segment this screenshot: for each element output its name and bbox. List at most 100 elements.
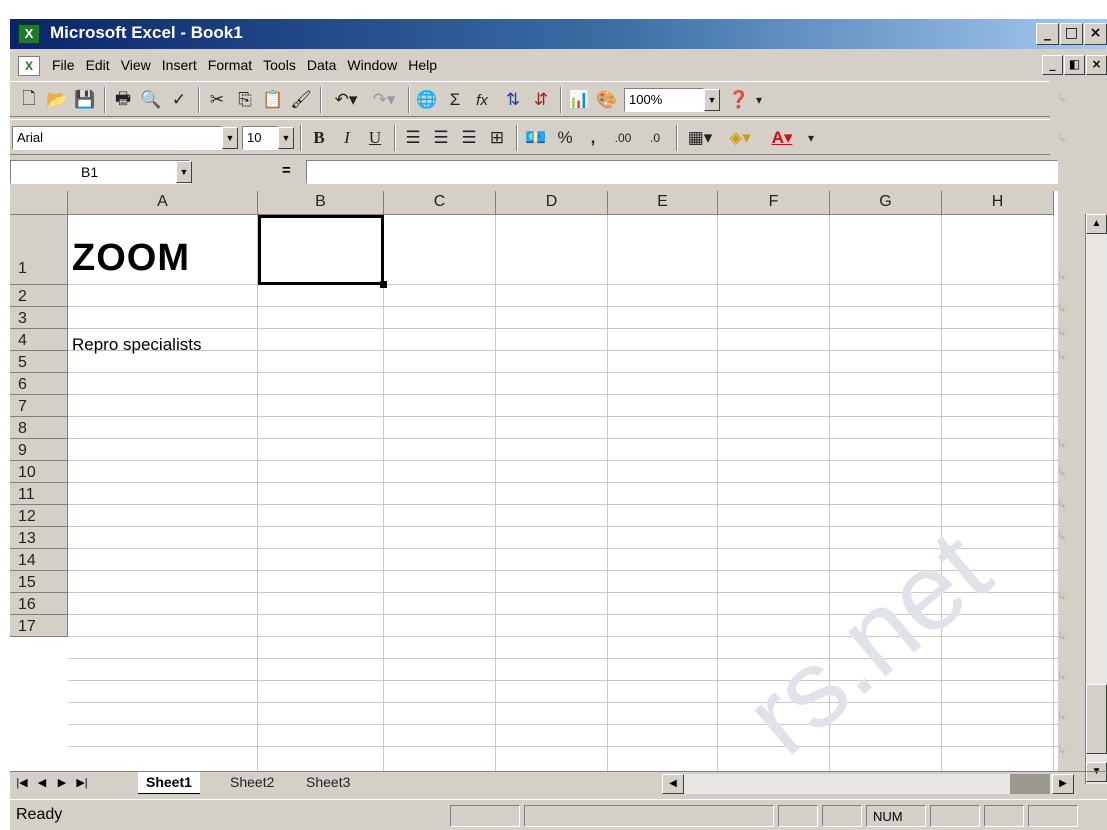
maximize-button[interactable]: □: [1060, 23, 1083, 45]
name-box[interactable]: B1: [10, 160, 190, 184]
align-center-icon[interactable]: ☰: [428, 124, 454, 152]
close-button[interactable]: ×: [1084, 23, 1107, 45]
row-header-13[interactable]: 13: [10, 527, 68, 549]
next-sheet-icon[interactable]: ▶: [54, 774, 70, 793]
scroll-left-icon[interactable]: ◀: [662, 774, 684, 794]
menu-data[interactable]: Data: [307, 57, 337, 73]
menu-insert[interactable]: Insert: [162, 57, 197, 73]
horizontal-scroll-thumb[interactable]: [1010, 774, 1050, 794]
name-box-dropdown-icon[interactable]: ▼: [176, 161, 192, 183]
doc-restore-button[interactable]: ◧: [1064, 55, 1085, 75]
column-header-h[interactable]: H: [942, 191, 1054, 215]
comma-button[interactable]: ,: [580, 124, 606, 152]
row-header-5[interactable]: 5: [10, 351, 68, 373]
row-header-6[interactable]: 6: [10, 373, 68, 395]
row-header-17[interactable]: 17: [10, 615, 68, 637]
row-header-14[interactable]: 14: [10, 549, 68, 571]
borders-icon[interactable]: ▦▾: [682, 124, 718, 152]
row-header-16[interactable]: 16: [10, 593, 68, 615]
scroll-up-icon[interactable]: ▲: [1086, 214, 1107, 234]
undo-icon[interactable]: ↶▾: [328, 86, 364, 114]
column-header-a[interactable]: A: [68, 191, 258, 215]
column-header-f[interactable]: F: [718, 191, 830, 215]
paste-icon[interactable]: 📋: [260, 86, 286, 114]
help-icon[interactable]: ❓: [726, 86, 752, 114]
row-header-9[interactable]: 9: [10, 439, 68, 461]
row-header-15[interactable]: 15: [10, 571, 68, 593]
decrease-decimal-button[interactable]: .0: [640, 124, 670, 152]
autosum-icon[interactable]: Σ: [442, 86, 468, 114]
cut-icon[interactable]: ✂: [204, 86, 230, 114]
column-header-c[interactable]: C: [384, 191, 496, 215]
font-size-dropdown-icon[interactable]: ▼: [278, 127, 294, 149]
last-sheet-icon[interactable]: ▶|: [74, 774, 90, 793]
menu-help[interactable]: Help: [408, 57, 437, 73]
menu-edit[interactable]: Edit: [86, 57, 110, 73]
sort-ascending-icon[interactable]: ⇅: [500, 86, 526, 114]
bold-button[interactable]: B: [306, 124, 332, 152]
cell-a2[interactable]: Repro specialists: [72, 335, 201, 355]
first-sheet-icon[interactable]: |◀: [14, 774, 30, 793]
active-cell-b1[interactable]: [258, 215, 384, 285]
formatting-overflow-icon[interactable]: ↳: [1057, 131, 1067, 145]
formula-input[interactable]: [306, 160, 1058, 184]
excel-app-icon[interactable]: X: [18, 24, 40, 44]
row-header-2[interactable]: 2: [10, 285, 68, 307]
sort-descending-icon[interactable]: ⇵: [528, 86, 554, 114]
doc-close-button[interactable]: ×: [1086, 55, 1107, 75]
font-name-combo[interactable]: Arial: [12, 126, 222, 150]
italic-button[interactable]: I: [334, 124, 360, 152]
row-header-11[interactable]: 11: [10, 483, 68, 505]
font-color-icon[interactable]: A▾: [762, 124, 802, 152]
drawing-icon[interactable]: 🎨: [594, 86, 620, 114]
edit-formula-button[interactable]: =: [282, 162, 291, 179]
menu-format[interactable]: Format: [208, 57, 252, 73]
save-icon[interactable]: 💾: [72, 86, 98, 114]
row-header-10[interactable]: 10: [10, 461, 68, 483]
prev-sheet-icon[interactable]: ◀: [34, 774, 50, 793]
increase-decimal-button[interactable]: .00: [608, 124, 638, 152]
column-header-d[interactable]: D: [496, 191, 608, 215]
row-header-8[interactable]: 8: [10, 417, 68, 439]
formatting-options-icon[interactable]: ▾: [804, 124, 818, 152]
cell-a1[interactable]: ZOOM: [72, 237, 190, 280]
fill-color-icon[interactable]: ◈▾: [720, 124, 760, 152]
font-size-combo[interactable]: 10: [242, 126, 278, 150]
align-right-icon[interactable]: ☰: [456, 124, 482, 152]
column-header-b[interactable]: B: [258, 191, 384, 215]
toolbar-options-icon[interactable]: ▾: [752, 86, 766, 114]
horizontal-scrollbar[interactable]: ◀ ▶: [662, 774, 1074, 794]
fill-handle[interactable]: [380, 281, 387, 288]
copy-icon[interactable]: ⎘: [232, 86, 258, 114]
underline-button[interactable]: U: [362, 124, 388, 152]
align-left-icon[interactable]: ☰: [400, 124, 426, 152]
font-name-dropdown-icon[interactable]: ▼: [222, 127, 238, 149]
menu-tools[interactable]: Tools: [263, 57, 296, 73]
doc-minimize-button[interactable]: _: [1042, 55, 1063, 75]
format-painter-icon[interactable]: 🖌: [288, 86, 314, 114]
hyperlink-icon[interactable]: 🌐: [414, 86, 440, 114]
paste-function-icon[interactable]: fx: [468, 86, 496, 114]
new-icon[interactable]: 🗋: [16, 86, 42, 114]
currency-icon[interactable]: 💶: [522, 124, 550, 152]
title-bar[interactable]: X Microsoft Excel - Book1 _ □ ×: [10, 19, 1107, 49]
worksheet-grid[interactable]: A B C D E F G H 1 2 3 4 5 6 7 8 9 10 11 …: [10, 191, 1058, 771]
sheet-tab-sheet2[interactable]: Sheet2: [222, 772, 282, 794]
sheet-tab-sheet3[interactable]: Sheet3: [298, 772, 358, 794]
select-all-corner[interactable]: [10, 191, 68, 215]
sheet-tab-sheet1[interactable]: Sheet1: [138, 772, 200, 794]
print-icon[interactable]: 🖶: [110, 86, 136, 114]
document-icon[interactable]: X: [18, 56, 40, 76]
row-header-1[interactable]: 1: [10, 215, 68, 285]
percent-button[interactable]: %: [552, 124, 578, 152]
row-header-12[interactable]: 12: [10, 505, 68, 527]
spelling-icon[interactable]: ✓: [166, 86, 192, 114]
redo-icon[interactable]: ↷▾: [366, 86, 402, 114]
merge-center-icon[interactable]: ⊞: [484, 124, 510, 152]
menu-view[interactable]: View: [121, 57, 151, 73]
column-header-e[interactable]: E: [608, 191, 718, 215]
row-header-7[interactable]: 7: [10, 395, 68, 417]
scroll-right-icon[interactable]: ▶: [1052, 774, 1074, 794]
menu-window[interactable]: Window: [347, 57, 397, 73]
print-preview-icon[interactable]: 🔍: [138, 86, 164, 114]
